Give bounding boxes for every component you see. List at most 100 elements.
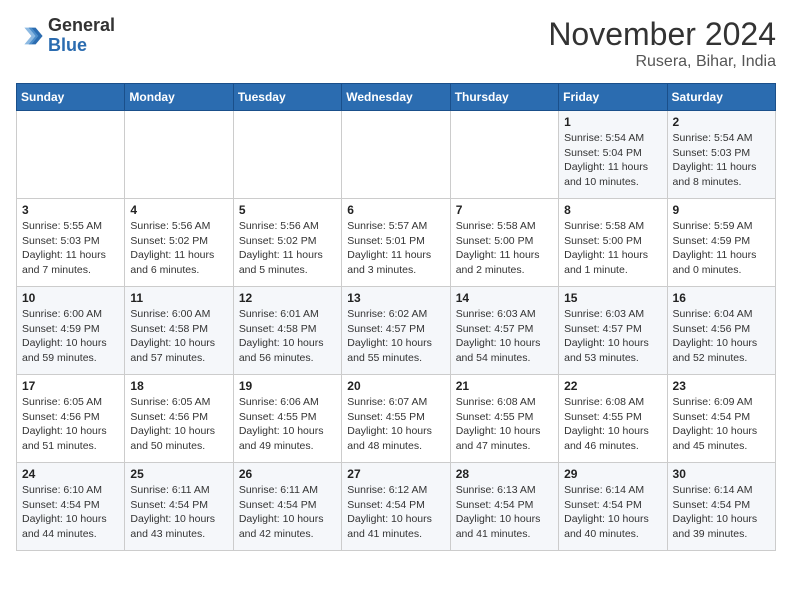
weekday-header-tuesday: Tuesday xyxy=(233,84,341,111)
logo-icon xyxy=(16,22,44,50)
day-number: 14 xyxy=(456,291,553,305)
calendar-cell: 19Sunrise: 6:06 AM Sunset: 4:55 PM Dayli… xyxy=(233,375,341,463)
day-info: Sunrise: 5:56 AM Sunset: 5:02 PM Dayligh… xyxy=(130,219,227,278)
day-info: Sunrise: 6:12 AM Sunset: 4:54 PM Dayligh… xyxy=(347,483,444,542)
day-info: Sunrise: 5:57 AM Sunset: 5:01 PM Dayligh… xyxy=(347,219,444,278)
day-info: Sunrise: 6:00 AM Sunset: 4:59 PM Dayligh… xyxy=(22,307,119,366)
calendar-cell: 28 Sunrise: 6:13 AM Sunset: 4:54 PM Dayli… xyxy=(450,463,558,551)
day-number: 30 xyxy=(673,467,770,481)
day-number: 5 xyxy=(239,203,336,217)
day-number: 3 xyxy=(22,203,119,217)
day-number: 15 xyxy=(564,291,661,305)
day-number: 11 xyxy=(130,291,227,305)
day-number: 6 xyxy=(347,203,444,217)
day-info: Sunrise: 6:09 AM Sunset: 4:54 PM Dayligh… xyxy=(673,395,770,454)
weekday-header-sunday: Sunday xyxy=(17,84,125,111)
calendar-cell: 10 Sunrise: 6:00 AM Sunset: 4:59 PM Dayli… xyxy=(17,287,125,375)
day-info: Sunrise: 5:56 AM Sunset: 5:02 PM Dayligh… xyxy=(239,219,336,278)
calendar-cell xyxy=(125,111,233,199)
calendar-cell: 12Sunrise: 6:01 AM Sunset: 4:58 PM Dayli… xyxy=(233,287,341,375)
day-number: 16 xyxy=(673,291,770,305)
day-number: 28 xyxy=(456,467,553,481)
day-number: 24 xyxy=(22,467,119,481)
day-info: Sunrise: 5:59 AM Sunset: 4:59 PM Dayligh… xyxy=(673,219,770,278)
weekday-header-thursday: Thursday xyxy=(450,84,558,111)
calendar-cell: 4 Sunrise: 5:56 AM Sunset: 5:02 PM Daylig… xyxy=(125,199,233,287)
day-number: 23 xyxy=(673,379,770,393)
calendar-table: SundayMondayTuesdayWednesdayThursdayFrid… xyxy=(16,83,776,551)
logo-blue-text: Blue xyxy=(48,35,87,55)
day-info: Sunrise: 6:05 AM Sunset: 4:56 PM Dayligh… xyxy=(22,395,119,454)
day-number: 19 xyxy=(239,379,336,393)
calendar-cell: 13 Sunrise: 6:02 AM Sunset: 4:57 PM Dayli… xyxy=(342,287,450,375)
day-info: Sunrise: 6:07 AM Sunset: 4:55 PM Dayligh… xyxy=(347,395,444,454)
day-number: 9 xyxy=(673,203,770,217)
day-info: Sunrise: 6:08 AM Sunset: 4:55 PM Dayligh… xyxy=(564,395,661,454)
day-number: 10 xyxy=(22,291,119,305)
day-number: 20 xyxy=(347,379,444,393)
day-number: 1 xyxy=(564,115,661,129)
calendar-week-2: 3 Sunrise: 5:55 AM Sunset: 5:03 PM Daylig… xyxy=(17,199,776,287)
day-number: 22 xyxy=(564,379,661,393)
weekday-header-saturday: Saturday xyxy=(667,84,775,111)
calendar-cell: 8 Sunrise: 5:58 AM Sunset: 5:00 PM Daylig… xyxy=(559,199,667,287)
day-number: 27 xyxy=(347,467,444,481)
day-number: 21 xyxy=(456,379,553,393)
calendar-cell: 7Sunrise: 5:58 AM Sunset: 5:00 PM Daylig… xyxy=(450,199,558,287)
calendar-cell: 30 Sunrise: 6:14 AM Sunset: 4:54 PM Dayli… xyxy=(667,463,775,551)
calendar-cell: 6 Sunrise: 5:57 AM Sunset: 5:01 PM Daylig… xyxy=(342,199,450,287)
weekday-header-wednesday: Wednesday xyxy=(342,84,450,111)
calendar-cell: 9 Sunrise: 5:59 AM Sunset: 4:59 PM Daylig… xyxy=(667,199,775,287)
day-info: Sunrise: 5:54 AM Sunset: 5:04 PM Dayligh… xyxy=(564,131,661,190)
weekday-header-row: SundayMondayTuesdayWednesdayThursdayFrid… xyxy=(17,84,776,111)
calendar-cell: 25Sunrise: 6:11 AM Sunset: 4:54 PM Dayli… xyxy=(125,463,233,551)
calendar-cell: 15 Sunrise: 6:03 AM Sunset: 4:57 PM Dayli… xyxy=(559,287,667,375)
day-info: Sunrise: 5:58 AM Sunset: 5:00 PM Dayligh… xyxy=(564,219,661,278)
day-number: 2 xyxy=(673,115,770,129)
day-number: 7 xyxy=(456,203,553,217)
day-number: 26 xyxy=(239,467,336,481)
day-number: 8 xyxy=(564,203,661,217)
calendar-cell: 17 Sunrise: 6:05 AM Sunset: 4:56 PM Dayli… xyxy=(17,375,125,463)
location-subtitle: Rusera, Bihar, India xyxy=(548,53,776,71)
day-number: 25 xyxy=(130,467,227,481)
day-info: Sunrise: 6:02 AM Sunset: 4:57 PM Dayligh… xyxy=(347,307,444,366)
calendar-header: SundayMondayTuesdayWednesdayThursdayFrid… xyxy=(17,84,776,111)
day-info: Sunrise: 6:04 AM Sunset: 4:56 PM Dayligh… xyxy=(673,307,770,366)
day-info: Sunrise: 6:14 AM Sunset: 4:54 PM Dayligh… xyxy=(564,483,661,542)
page-header: General Blue November 2024 Rusera, Bihar… xyxy=(16,16,776,71)
day-info: Sunrise: 5:55 AM Sunset: 5:03 PM Dayligh… xyxy=(22,219,119,278)
day-info: Sunrise: 6:14 AM Sunset: 4:54 PM Dayligh… xyxy=(673,483,770,542)
logo: General Blue xyxy=(16,16,115,56)
day-info: Sunrise: 6:11 AM Sunset: 4:54 PM Dayligh… xyxy=(239,483,336,542)
calendar-cell: 18 Sunrise: 6:05 AM Sunset: 4:56 PM Dayli… xyxy=(125,375,233,463)
calendar-cell: 23 Sunrise: 6:09 AM Sunset: 4:54 PM Dayli… xyxy=(667,375,775,463)
calendar-week-1: 1 Sunrise: 5:54 AM Sunset: 5:04 PM Daylig… xyxy=(17,111,776,199)
calendar-cell: 21 Sunrise: 6:08 AM Sunset: 4:55 PM Dayli… xyxy=(450,375,558,463)
day-info: Sunrise: 6:13 AM Sunset: 4:54 PM Dayligh… xyxy=(456,483,553,542)
calendar-cell xyxy=(17,111,125,199)
day-number: 13 xyxy=(347,291,444,305)
day-info: Sunrise: 6:08 AM Sunset: 4:55 PM Dayligh… xyxy=(456,395,553,454)
calendar-cell: 27 Sunrise: 6:12 AM Sunset: 4:54 PM Dayli… xyxy=(342,463,450,551)
calendar-week-4: 17 Sunrise: 6:05 AM Sunset: 4:56 PM Dayli… xyxy=(17,375,776,463)
day-number: 17 xyxy=(22,379,119,393)
day-info: Sunrise: 6:03 AM Sunset: 4:57 PM Dayligh… xyxy=(564,307,661,366)
day-number: 4 xyxy=(130,203,227,217)
day-info: Sunrise: 6:00 AM Sunset: 4:58 PM Dayligh… xyxy=(130,307,227,366)
day-number: 18 xyxy=(130,379,227,393)
day-info: Sunrise: 6:01 AM Sunset: 4:58 PM Dayligh… xyxy=(239,307,336,366)
calendar-cell: 5 Sunrise: 5:56 AM Sunset: 5:02 PM Daylig… xyxy=(233,199,341,287)
calendar-body: 1 Sunrise: 5:54 AM Sunset: 5:04 PM Daylig… xyxy=(17,111,776,551)
calendar-cell: 24 Sunrise: 6:10 AM Sunset: 4:54 PM Dayli… xyxy=(17,463,125,551)
weekday-header-friday: Friday xyxy=(559,84,667,111)
month-title: November 2024 xyxy=(548,16,776,53)
day-info: Sunrise: 6:10 AM Sunset: 4:54 PM Dayligh… xyxy=(22,483,119,542)
calendar-cell: 20 Sunrise: 6:07 AM Sunset: 4:55 PM Dayli… xyxy=(342,375,450,463)
calendar-week-5: 24 Sunrise: 6:10 AM Sunset: 4:54 PM Dayli… xyxy=(17,463,776,551)
calendar-cell: 22 Sunrise: 6:08 AM Sunset: 4:55 PM Dayli… xyxy=(559,375,667,463)
calendar-cell: 3 Sunrise: 5:55 AM Sunset: 5:03 PM Daylig… xyxy=(17,199,125,287)
calendar-cell: 2Sunrise: 5:54 AM Sunset: 5:03 PM Daylig… xyxy=(667,111,775,199)
calendar-week-3: 10 Sunrise: 6:00 AM Sunset: 4:59 PM Dayli… xyxy=(17,287,776,375)
day-info: Sunrise: 6:05 AM Sunset: 4:56 PM Dayligh… xyxy=(130,395,227,454)
